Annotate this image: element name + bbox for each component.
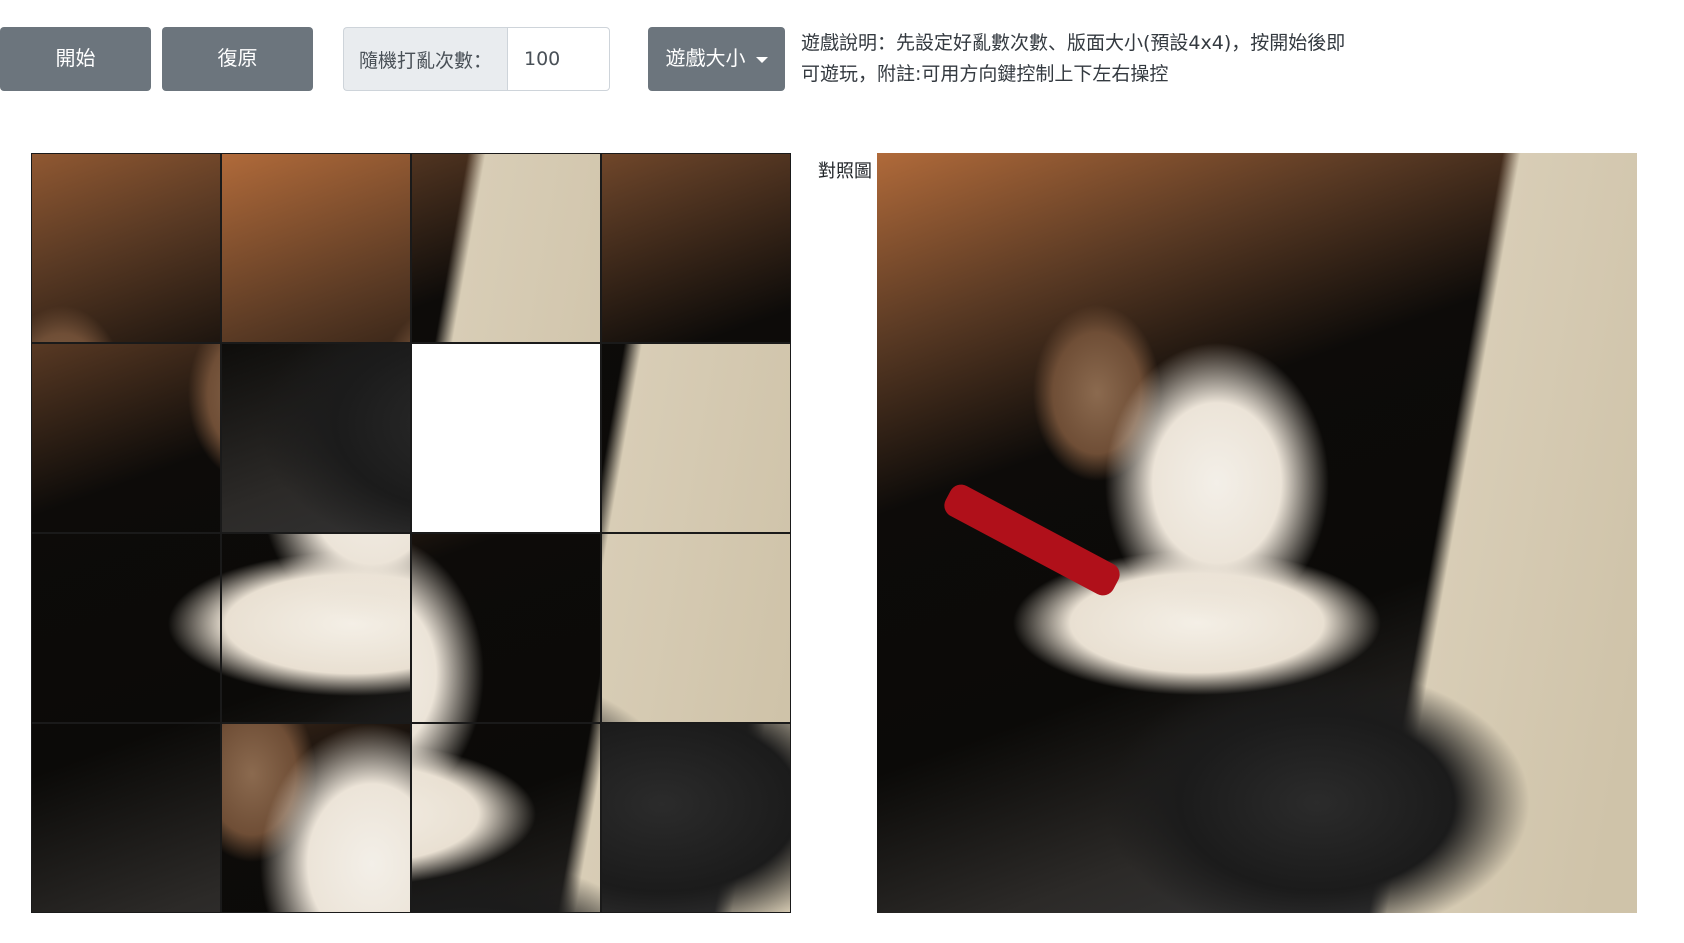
puzzle-board [31, 153, 791, 913]
cat-collar [940, 480, 1124, 600]
shuffle-count-input[interactable] [507, 27, 610, 91]
puzzle-tile[interactable] [221, 723, 411, 913]
toolbar: 開始 復原 隨機打亂次數： 遊戲大小 遊戲說明：先設定好亂數次數、版面大小(預設… [0, 0, 1684, 100]
reference-image [877, 153, 1637, 913]
empty-tile[interactable] [411, 343, 601, 533]
puzzle-tile[interactable] [601, 533, 791, 723]
shuffle-count-label: 隨機打亂次數： [343, 27, 507, 91]
instructions-line-1: 遊戲說明：先設定好亂數次數、版面大小(預設4x4)，按開始後即 [801, 32, 1346, 54]
shuffle-count-group: 隨機打亂次數： [343, 27, 610, 91]
puzzle-tile[interactable] [221, 533, 411, 723]
caret-down-icon [755, 57, 768, 63]
instructions-line-2: 可遊玩，附註:可用方向鍵控制上下左右操控 [801, 63, 1169, 85]
game-instructions: 遊戲說明：先設定好亂數次數、版面大小(預設4x4)，按開始後即 可遊玩，附註:可… [801, 28, 1401, 90]
reset-button[interactable]: 復原 [162, 27, 313, 91]
puzzle-tile[interactable] [221, 153, 411, 343]
puzzle-tile[interactable] [601, 343, 791, 533]
puzzle-tile[interactable] [411, 723, 601, 913]
game-size-label: 遊戲大小 [665, 48, 746, 70]
puzzle-tile[interactable] [31, 153, 221, 343]
puzzle-tile[interactable] [31, 533, 221, 723]
puzzle-tile[interactable] [31, 723, 221, 913]
reference-label: 對照圖 [818, 161, 872, 182]
puzzle-tile[interactable] [411, 533, 601, 723]
puzzle-tile[interactable] [601, 723, 791, 913]
puzzle-tile[interactable] [601, 153, 791, 343]
game-size-dropdown[interactable]: 遊戲大小 [648, 27, 785, 91]
start-button[interactable]: 開始 [0, 27, 151, 91]
puzzle-tile[interactable] [221, 343, 411, 533]
puzzle-tile[interactable] [31, 343, 221, 533]
puzzle-tile[interactable] [411, 153, 601, 343]
